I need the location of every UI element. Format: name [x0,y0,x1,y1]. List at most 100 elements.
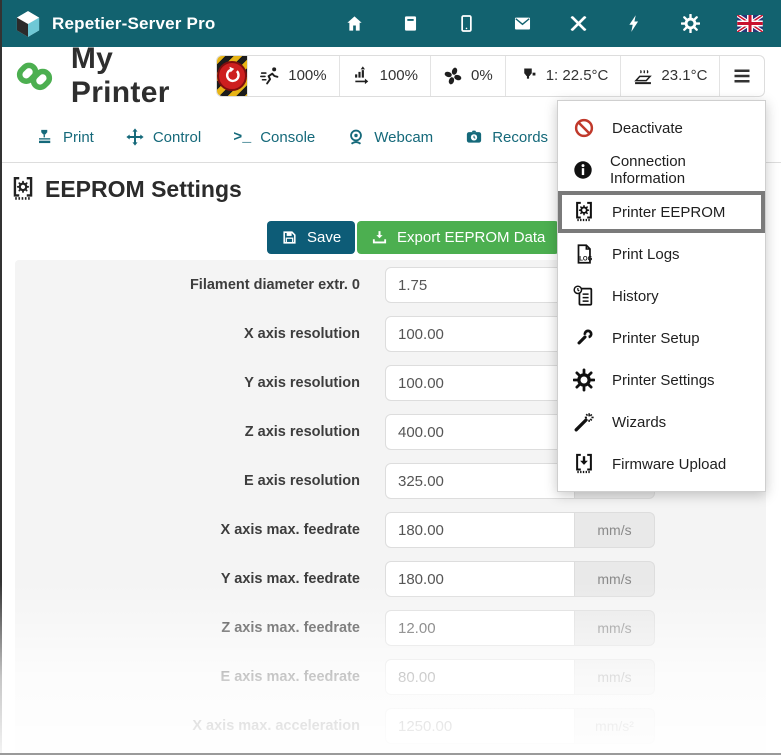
flow-multiplier-icon [352,66,372,86]
print-icon [36,128,54,146]
menu-item-label: Printer Setup [612,330,700,347]
firmware-upload-icon [572,451,596,477]
bed-temp-button[interactable]: 23.1°C [620,56,719,96]
menu-item-wizards[interactable]: Wizards [558,401,765,443]
menu-item-label: Printer Settings [612,372,715,389]
flow-multiplier-button[interactable]: 100% [339,56,430,96]
touchscreen-icon[interactable] [457,14,476,33]
unit-addon: mm/s [575,561,655,597]
field-label: Z axis resolution [15,424,385,440]
fan-value: 0% [471,67,493,84]
field-label: Z axis max. feedrate [15,620,385,636]
fan-icon [443,66,463,86]
e-max-feedrate-input[interactable] [385,659,575,695]
bed-temp-icon [633,66,653,86]
speed-value: 100% [288,67,326,84]
e-resolution-input[interactable] [385,463,575,499]
x-max-acceleration-input[interactable] [385,708,575,744]
settings-gear-icon[interactable] [681,14,700,33]
messages-icon[interactable] [513,14,532,33]
field-label: Y axis max. feedrate [15,571,385,587]
menu-item-printer-eeprom[interactable]: Printer EEPROM [558,191,765,233]
power-bolt-icon[interactable] [625,14,644,33]
save-label: Save [307,229,341,246]
x-max-feedrate-input[interactable] [385,512,575,548]
print-logs-icon [572,241,596,267]
z-max-feedrate-input[interactable] [385,610,575,646]
brand-title: Repetier-Server Pro [52,14,215,34]
tab-control[interactable]: Control [110,114,217,162]
eeprom-chip-icon [10,175,36,203]
bed-temp-value: 23.1°C [661,67,707,84]
emergency-stop-icon [217,61,247,91]
window-left-border [0,0,2,755]
maintenance-icon[interactable] [569,14,588,33]
extruder-temp-value: 1: 22.5°C [546,67,609,84]
wrench-icon [572,325,596,351]
z-resolution-input[interactable] [385,414,575,450]
tab-label: Print [63,129,94,146]
top-navbar: Repetier-Server Pro [0,0,781,47]
menu-item-print-logs[interactable]: Print Logs [558,233,765,275]
menu-item-deactivate[interactable]: Deactivate [558,107,765,149]
tab-print[interactable]: Print [20,114,110,162]
x-resolution-input[interactable] [385,316,575,352]
emergency-stop-button[interactable] [217,56,247,96]
fan-button[interactable]: 0% [430,56,505,96]
tab-records[interactable]: Records [449,114,564,162]
form-row: X axis max. acceleration mm/s² [15,708,766,744]
field-label: E axis max. feedrate [15,669,385,685]
save-floppy-icon [281,229,298,246]
wand-icon [572,409,596,435]
move-icon [126,128,144,146]
filament-diameter-input[interactable] [385,267,575,303]
menu-item-label: Connection Information [610,153,751,187]
uk-flag-icon[interactable] [737,15,763,32]
speed-multiplier-button[interactable]: 100% [247,56,338,96]
unit-addon: mm/s [575,610,655,646]
records-icon [465,128,483,146]
brand[interactable]: Repetier-Server Pro [14,10,215,38]
menu-item-printer-settings[interactable]: Printer Settings [558,359,765,401]
unit-addon: mm/s [575,512,655,548]
home-icon[interactable] [345,14,364,33]
y-max-feedrate-input[interactable] [385,561,575,597]
printer-menu-button[interactable] [719,56,764,96]
field-label: X axis resolution [15,326,385,342]
printer-box-icon[interactable] [401,14,420,33]
menu-item-label: Deactivate [612,120,683,137]
hamburger-icon [733,68,751,84]
tab-label: Console [260,129,315,146]
menu-item-firmware-upload[interactable]: Firmware Upload [558,443,765,485]
menu-item-label: Wizards [612,414,666,431]
export-eeprom-button[interactable]: Export EEPROM Data [357,221,559,254]
save-button[interactable]: Save [267,221,355,254]
menu-item-label: History [612,288,659,305]
tab-label: Control [153,129,201,146]
menu-item-printer-setup[interactable]: Printer Setup [558,317,765,359]
export-label: Export EEPROM Data [397,229,545,246]
menu-item-connection-information[interactable]: Connection Information [558,149,765,191]
download-icon [371,229,388,246]
field-label: X axis max. feedrate [15,522,385,538]
printer-dropdown-menu: Deactivate Connection Information Printe… [557,100,766,492]
repetier-logo-icon [14,10,42,38]
tab-label: Webcam [374,129,433,146]
printer-header: My Printer 100% 100% 0% 1: 22.5°C 23.1°C [0,47,781,104]
form-row: X axis max. feedrate mm/s [15,512,766,548]
eeprom-chip-icon [572,199,596,225]
menu-item-history[interactable]: History [558,275,765,317]
form-row: E axis max. feedrate mm/s [15,659,766,695]
tab-console[interactable]: >_ Console [217,115,331,162]
page-title-text: EEPROM Settings [45,176,242,203]
tab-webcam[interactable]: Webcam [331,114,449,162]
menu-item-label: Firmware Upload [612,456,726,473]
y-resolution-input[interactable] [385,365,575,401]
field-label: Y axis resolution [15,375,385,391]
field-label: E axis resolution [15,473,385,489]
printer-link-icon [16,57,53,95]
menu-item-label: Print Logs [612,246,680,263]
form-row: Y axis max. feedrate mm/s [15,561,766,597]
extruder-temp-button[interactable]: 1: 22.5°C [505,56,621,96]
form-row: Z axis max. feedrate mm/s [15,610,766,646]
